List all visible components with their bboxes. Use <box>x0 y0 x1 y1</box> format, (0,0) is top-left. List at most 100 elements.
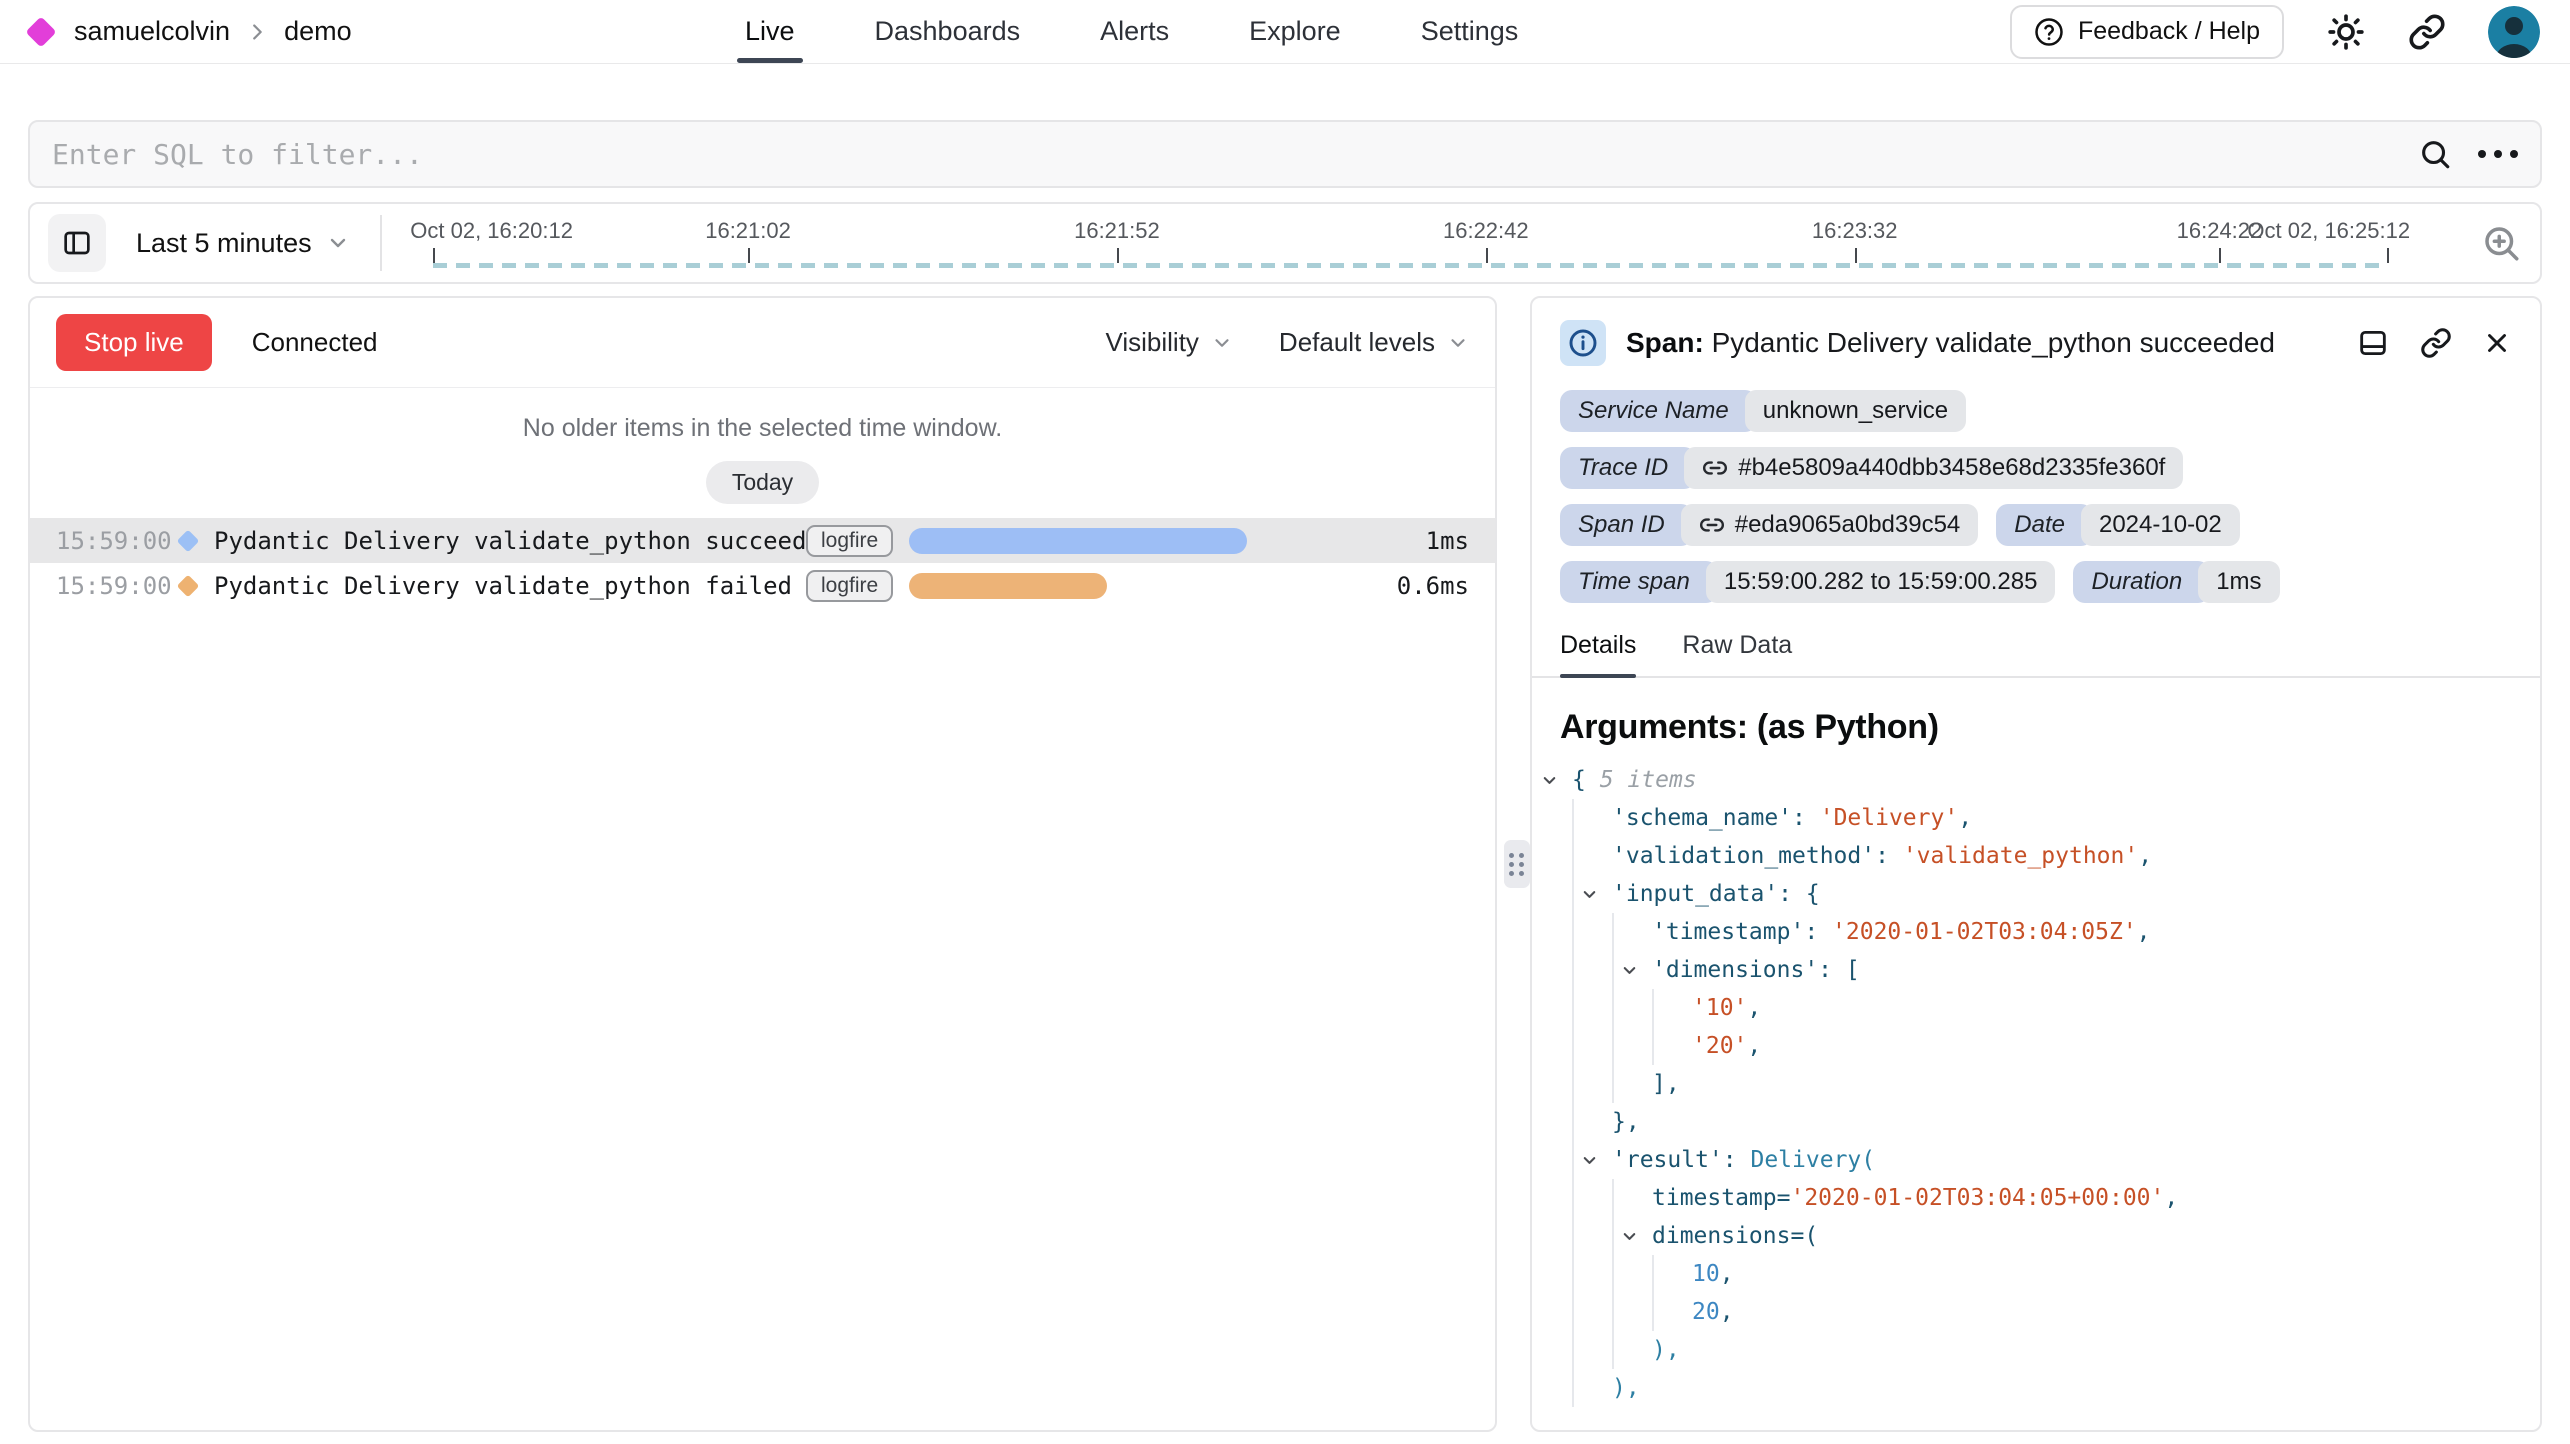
search-button[interactable] <box>2418 137 2452 171</box>
code-line: 'input_data': { <box>1572 875 2512 913</box>
code-line-body: 'validation_method': 'validate_python', <box>1612 837 2152 875</box>
code-token-p: , <box>1747 1033 1761 1059</box>
code-token-p: ], <box>1652 1071 1680 1097</box>
code-line-body: }, <box>1612 1103 1640 1141</box>
visibility-dropdown[interactable]: Visibility <box>1105 327 1232 358</box>
logfire-logo-icon[interactable] <box>25 16 56 47</box>
tab-settings[interactable]: Settings <box>1421 0 1519 63</box>
day-badge[interactable]: Today <box>706 461 819 504</box>
code-token-p: : <box>1875 843 1903 869</box>
collapse-chevron-icon[interactable] <box>1580 1141 1599 1179</box>
code-line-body: 20, <box>1692 1293 1734 1331</box>
sql-filter-input[interactable] <box>52 138 2418 171</box>
badge-label: Trace ID <box>1560 447 1696 489</box>
grip-dots-icon <box>1509 853 1525 876</box>
chevron-down-icon <box>1447 332 1469 354</box>
span-title: Span: Pydantic Delivery validate_python … <box>1626 327 2275 359</box>
indent-guide <box>1572 913 1612 951</box>
badge-value-text: #eda9065a0bd39c54 <box>1735 511 1961 539</box>
code-line: ), <box>1572 1331 2512 1369</box>
breadcrumb-project[interactable]: demo <box>284 16 352 47</box>
time-range-dropdown[interactable]: Last 5 minutes <box>136 228 350 259</box>
stop-live-button[interactable]: Stop live <box>56 314 212 371</box>
collapse-chevron-icon[interactable] <box>1620 1217 1639 1255</box>
user-avatar[interactable] <box>2488 6 2540 58</box>
level-diamond-icon <box>177 529 200 552</box>
code-token-p: , <box>2137 919 2151 945</box>
code-line: }, <box>1572 1103 2512 1141</box>
indent-guide <box>1572 989 1612 1027</box>
share-link-button[interactable] <box>2408 13 2446 51</box>
indent-guide <box>1652 1293 1692 1331</box>
indent-guide <box>1612 1255 1652 1293</box>
indent-guide <box>1652 989 1692 1027</box>
sidebar-toggle-button[interactable] <box>48 214 106 272</box>
theme-toggle-button[interactable] <box>2326 12 2366 52</box>
indent-guide <box>1612 1293 1652 1331</box>
collapse-chevron-icon[interactable] <box>1620 951 1639 989</box>
zoom-in-icon <box>2480 222 2522 264</box>
code-line-body: ), <box>1652 1331 1680 1369</box>
timeline-tick-label: Oct 02, 16:25:12 <box>2247 218 2410 244</box>
code-token-k: 'validation_method' <box>1612 843 1875 869</box>
tab-dashboards[interactable]: Dashboards <box>875 0 1021 63</box>
scope-tag[interactable]: logfire <box>806 570 893 602</box>
dock-panel-button[interactable] <box>2356 326 2390 360</box>
code-line-body: { 5 items <box>1572 761 1697 799</box>
code-line-body: 'result': Delivery( <box>1612 1141 1875 1179</box>
span-attribute-badge: Date2024-10-02 <box>1996 504 2239 546</box>
indent-guide <box>1612 989 1652 1027</box>
tab-explore[interactable]: Explore <box>1249 0 1341 63</box>
badge-label: Span ID <box>1560 504 1693 546</box>
indent-guide <box>1572 799 1612 837</box>
collapse-chevron-icon[interactable] <box>1580 875 1599 913</box>
code-line: 10, <box>1572 1255 2512 1293</box>
timeline-tick-mark <box>1855 248 1857 263</box>
log-row[interactable]: 15:59:00Pydantic Delivery validate_pytho… <box>30 563 1495 608</box>
time-range-label: Last 5 minutes <box>136 228 312 259</box>
default-levels-dropdown[interactable]: Default levels <box>1279 327 1469 358</box>
indent-guide <box>1612 1331 1652 1369</box>
code-token-s: 'Delivery' <box>1820 805 1958 831</box>
link-icon[interactable] <box>1699 512 1725 538</box>
span-attribute-badge: Time span15:59:00.282 to 15:59:00.285 <box>1560 561 2055 603</box>
log-row-message: Pydantic Delivery validate_python succee… <box>214 527 806 555</box>
copy-link-button[interactable] <box>2420 327 2452 359</box>
scope-tag[interactable]: logfire <box>806 525 893 557</box>
span-attribute-badge: Duration1ms <box>2073 561 2279 603</box>
indent-guide <box>1572 1293 1612 1331</box>
timeline-track[interactable]: Oct 02, 16:20:1216:21:0216:21:5216:22:42… <box>392 204 2464 282</box>
tab-alerts[interactable]: Alerts <box>1100 0 1169 63</box>
timeline-tick-label: 16:21:52 <box>1074 218 1160 244</box>
collapse-chevron-icon[interactable] <box>1540 761 1559 799</box>
span-detail-panel: Span: Pydantic Delivery validate_python … <box>1530 296 2542 1432</box>
panel-resize-handle[interactable] <box>1504 840 1530 888</box>
tab-details[interactable]: Details <box>1560 631 1636 676</box>
tab-raw-data[interactable]: Raw Data <box>1682 631 1792 676</box>
log-row[interactable]: 15:59:00Pydantic Delivery validate_pytho… <box>30 518 1495 563</box>
code-token-k: 'schema_name' <box>1612 805 1792 831</box>
link-icon[interactable] <box>1702 455 1728 481</box>
code-line: 20, <box>1572 1293 2512 1331</box>
code-token-cls: Delivery( <box>1750 1147 1875 1173</box>
timeline-zoom-button[interactable] <box>2480 222 2522 264</box>
empty-window-message: No older items in the selected time wind… <box>30 388 1495 443</box>
timeline-tick-mark <box>1117 248 1119 263</box>
code-line-body: 'timestamp': '2020-01-02T03:04:05Z', <box>1652 913 2151 951</box>
duration-bar-zone <box>909 528 1365 554</box>
breadcrumb-org[interactable]: samuelcolvin <box>74 16 230 47</box>
timeline-activity-dashes <box>433 263 2387 268</box>
more-options-button[interactable] <box>2478 150 2518 158</box>
code-token-p: : { <box>1778 881 1820 907</box>
feedback-help-button[interactable]: Feedback / Help <box>2010 5 2284 59</box>
close-panel-button[interactable] <box>2482 328 2512 358</box>
code-token-k: timestamp= <box>1652 1185 1790 1211</box>
code-line-body: ], <box>1652 1065 1680 1103</box>
link-icon <box>2420 327 2452 359</box>
code-line: 'schema_name': 'Delivery', <box>1572 799 2512 837</box>
tab-live[interactable]: Live <box>745 0 795 63</box>
badge-value: 1ms <box>2198 561 2279 603</box>
code-token-p: { <box>1572 767 1600 793</box>
code-line: '10', <box>1572 989 2512 1027</box>
indent-guide <box>1572 1255 1612 1293</box>
